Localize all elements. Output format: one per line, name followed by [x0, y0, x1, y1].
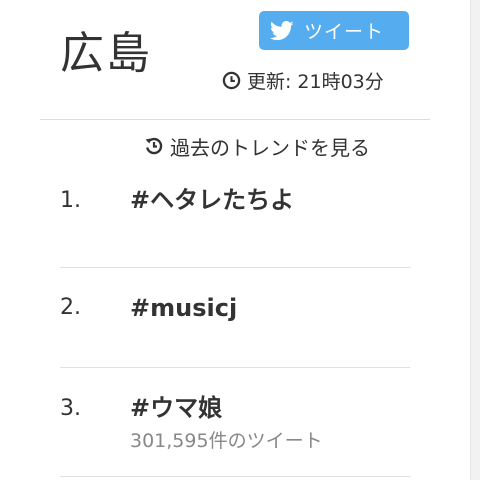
past-trends-link[interactable]: 過去のトレンドを見る: [144, 132, 370, 160]
location-title: 広島: [60, 28, 152, 79]
trend-name[interactable]: #ヘタレたちよ: [130, 184, 294, 216]
trend-divider: [60, 267, 410, 268]
twitter-bird-icon: [270, 20, 294, 41]
tweet-button-label: ツイート: [304, 21, 385, 43]
updated-time: 更新: 21時03分: [222, 66, 384, 94]
trends-page: 広島 ツイート 更新: 21時03分 過去のトレンドを見る 1. #ヘタレたちよ…: [0, 0, 480, 480]
updated-time-value: 21時03分: [297, 70, 384, 93]
tweet-button[interactable]: ツイート: [259, 11, 409, 50]
trend-name[interactable]: #musicj: [130, 292, 237, 324]
header-divider: [40, 119, 430, 120]
history-icon: [144, 136, 170, 156]
trend-tweet-count: 301,595件のツイート: [130, 430, 323, 452]
updated-label: 更新:: [247, 70, 292, 93]
trend-divider: [60, 367, 410, 368]
scrollbar-track[interactable]: [470, 0, 480, 480]
trend-rank: 3.: [60, 396, 81, 421]
trend-name[interactable]: #ウマ娘: [130, 392, 222, 424]
clock-icon: [222, 71, 247, 90]
trend-divider: [60, 476, 410, 477]
trend-rank: 2.: [60, 295, 81, 320]
trend-rank: 1.: [60, 188, 81, 213]
past-trends-label: 過去のトレンドを見る: [170, 135, 370, 160]
